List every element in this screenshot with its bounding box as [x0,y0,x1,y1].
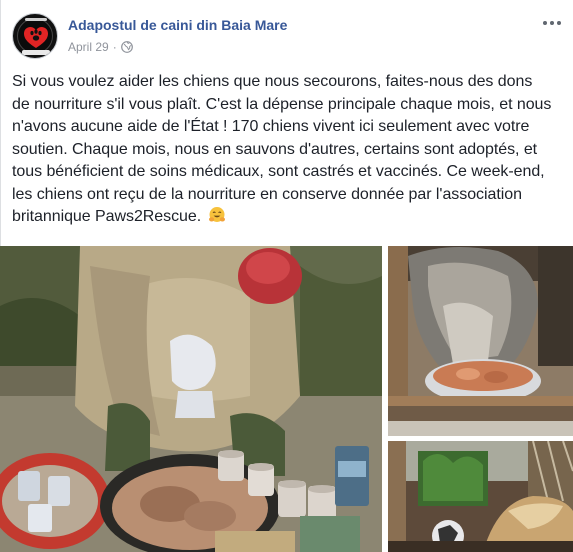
avatar-bottom-lettering [22,50,50,55]
meta-separator: · [112,40,117,54]
volunteer-opening-canned-food-photo[interactable] [0,246,382,552]
post-meta: April 29 · [68,40,133,54]
dog-in-yard-photo[interactable] [388,441,573,552]
page-avatar[interactable] [12,13,58,59]
post-text-line: soutien. Chaque mois, nous en sauvons d'… [12,140,538,158]
post-text-line: britannique Paws2Rescue. [12,208,202,225]
post-date-link[interactable]: April 29 [68,40,109,54]
more-options-icon[interactable] [539,14,565,32]
post-text-line: n'avons aucune aide de l'État ! 170 chie… [12,118,530,135]
hugging-face-emoji-icon [208,206,226,224]
post-body-text: Si vous voulez aider les chiens que nous… [12,71,562,229]
post-text-line: tous bénéficient de soins médicaux, sont… [12,163,545,180]
shaggy-dog-eating-photo[interactable] [388,246,573,436]
page-name-link[interactable]: Adapostul de caini din Baia Mare [68,17,287,33]
post-text-line: de nourriture s'il vous plaît. C'est la … [12,95,552,113]
globe-icon[interactable] [120,41,133,53]
post-text-line: les chiens ont reçu de la nourriture en … [12,185,522,203]
facebook-post: Adapostul de caini din Baia Mare April 2… [0,0,573,552]
post-text-line: Si vous voulez aider les chiens que nous… [12,73,533,90]
post-text-last-line: britannique Paws2Rescue. [12,206,562,229]
